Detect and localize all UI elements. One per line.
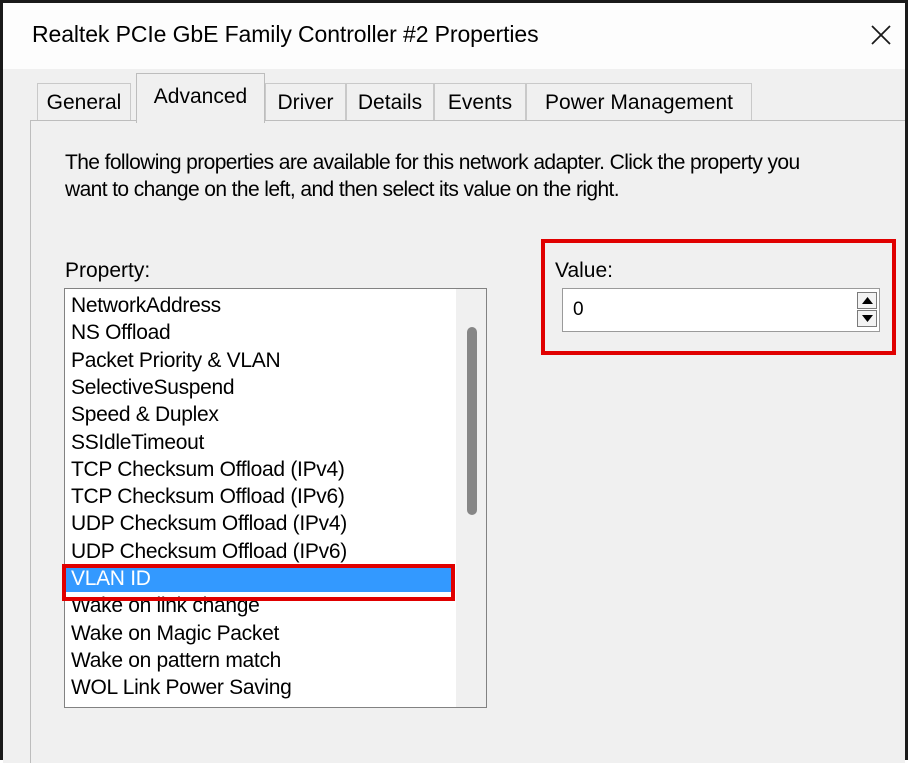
value-input[interactable]: 0 bbox=[573, 299, 584, 321]
property-list-item[interactable]: UDP Checksum Offload (IPv4) bbox=[66, 510, 451, 537]
property-list-item[interactable]: Packet Priority & VLAN bbox=[66, 347, 451, 374]
close-button[interactable] bbox=[859, 13, 903, 57]
scrollbar-thumb[interactable] bbox=[467, 327, 477, 515]
property-list-item[interactable]: UDP Checksum Offload (IPv6) bbox=[66, 538, 451, 565]
property-list-item[interactable]: Wake on link change bbox=[66, 592, 451, 619]
property-list-item[interactable]: NS Offload bbox=[66, 319, 451, 346]
window-title: Realtek PCIe GbE Family Controller #2 Pr… bbox=[32, 21, 539, 47]
tab-driver[interactable]: Driver bbox=[265, 83, 346, 121]
tab-general[interactable]: General bbox=[37, 83, 131, 121]
property-list-item[interactable]: SelectiveSuspend bbox=[66, 374, 451, 401]
title-bar: Realtek PCIe GbE Family Controller #2 Pr… bbox=[3, 3, 905, 69]
tab-power-management[interactable]: Power Management bbox=[526, 83, 752, 121]
property-listbox[interactable]: NetworkAddress NS Offload Packet Priority … bbox=[64, 288, 487, 708]
advanced-panel: The following properties are available f… bbox=[30, 120, 905, 763]
close-icon bbox=[871, 25, 891, 45]
properties-dialog: Realtek PCIe GbE Family Controller #2 Pr… bbox=[0, 0, 908, 763]
property-list-item[interactable]: Wake on pattern match bbox=[66, 647, 451, 674]
tab-strip: General Advanced Driver Details Events P… bbox=[3, 69, 905, 123]
property-list-item[interactable]: Speed & Duplex bbox=[66, 401, 451, 428]
spin-down-button[interactable] bbox=[857, 310, 877, 327]
property-list-item[interactable]: WOL Link Power Saving bbox=[66, 674, 451, 701]
arrow-up-icon bbox=[862, 297, 873, 304]
property-label: Property: bbox=[65, 259, 151, 282]
value-spinner bbox=[857, 292, 877, 328]
panel-description: The following properties are available f… bbox=[65, 151, 800, 201]
value-label: Value: bbox=[555, 259, 613, 282]
dialog-margin bbox=[3, 120, 30, 763]
property-list-item[interactable]: TCP Checksum Offload (IPv6) bbox=[66, 483, 451, 510]
property-list-item[interactable]: NetworkAddress bbox=[66, 292, 451, 319]
arrow-down-icon bbox=[862, 315, 873, 322]
tab-advanced[interactable]: Advanced bbox=[136, 73, 265, 123]
spin-up-button[interactable] bbox=[857, 292, 877, 309]
tab-details[interactable]: Details bbox=[346, 83, 434, 121]
property-list-item[interactable]: TCP Checksum Offload (IPv4) bbox=[66, 456, 451, 483]
tab-events[interactable]: Events bbox=[434, 83, 526, 121]
property-scrollbar[interactable] bbox=[456, 289, 486, 707]
value-spinbox[interactable]: 0 bbox=[562, 288, 880, 332]
property-list-item[interactable]: SSIdleTimeout bbox=[66, 429, 451, 456]
property-list-item[interactable]: VLAN ID bbox=[66, 565, 451, 592]
property-list-item[interactable]: Wake on Magic Packet bbox=[66, 620, 451, 647]
